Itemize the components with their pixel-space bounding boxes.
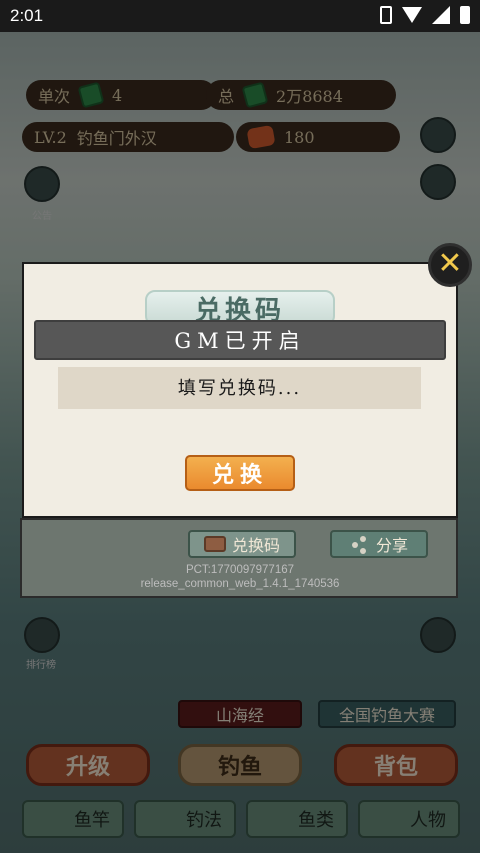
version-info: PCT:1770097977167 release_common_web_1.4… bbox=[20, 563, 460, 591]
redeem-code-input[interactable] bbox=[58, 367, 421, 409]
status-bar: 2:01 bbox=[0, 0, 480, 32]
battery-icon bbox=[460, 6, 470, 24]
share-button[interactable]: 分享 bbox=[330, 530, 428, 558]
status-time: 2:01 bbox=[10, 6, 44, 25]
chest-icon bbox=[203, 536, 226, 552]
version-line-1: PCT:1770097977167 bbox=[185, 564, 295, 576]
gm-enabled-banner: GM已开启 bbox=[34, 320, 446, 360]
close-button[interactable]: ✕ bbox=[428, 243, 472, 287]
share-icon bbox=[350, 534, 370, 554]
version-line-2: release_common_web_1.4.1_1740536 bbox=[140, 578, 340, 590]
vibrate-icon bbox=[380, 6, 392, 24]
wifi-icon bbox=[402, 7, 422, 23]
redeem-submit-button[interactable]: 兑换 bbox=[185, 455, 295, 491]
redeem-submit-label: 兑换 bbox=[211, 462, 268, 488]
share-label: 分享 bbox=[375, 536, 408, 555]
close-icon: ✕ bbox=[437, 246, 463, 281]
signal-icon bbox=[432, 6, 450, 24]
redeem-code-button[interactable]: 兑换码 bbox=[188, 530, 296, 558]
status-icons bbox=[380, 6, 470, 24]
redeem-code-label: 兑换码 bbox=[231, 536, 280, 555]
